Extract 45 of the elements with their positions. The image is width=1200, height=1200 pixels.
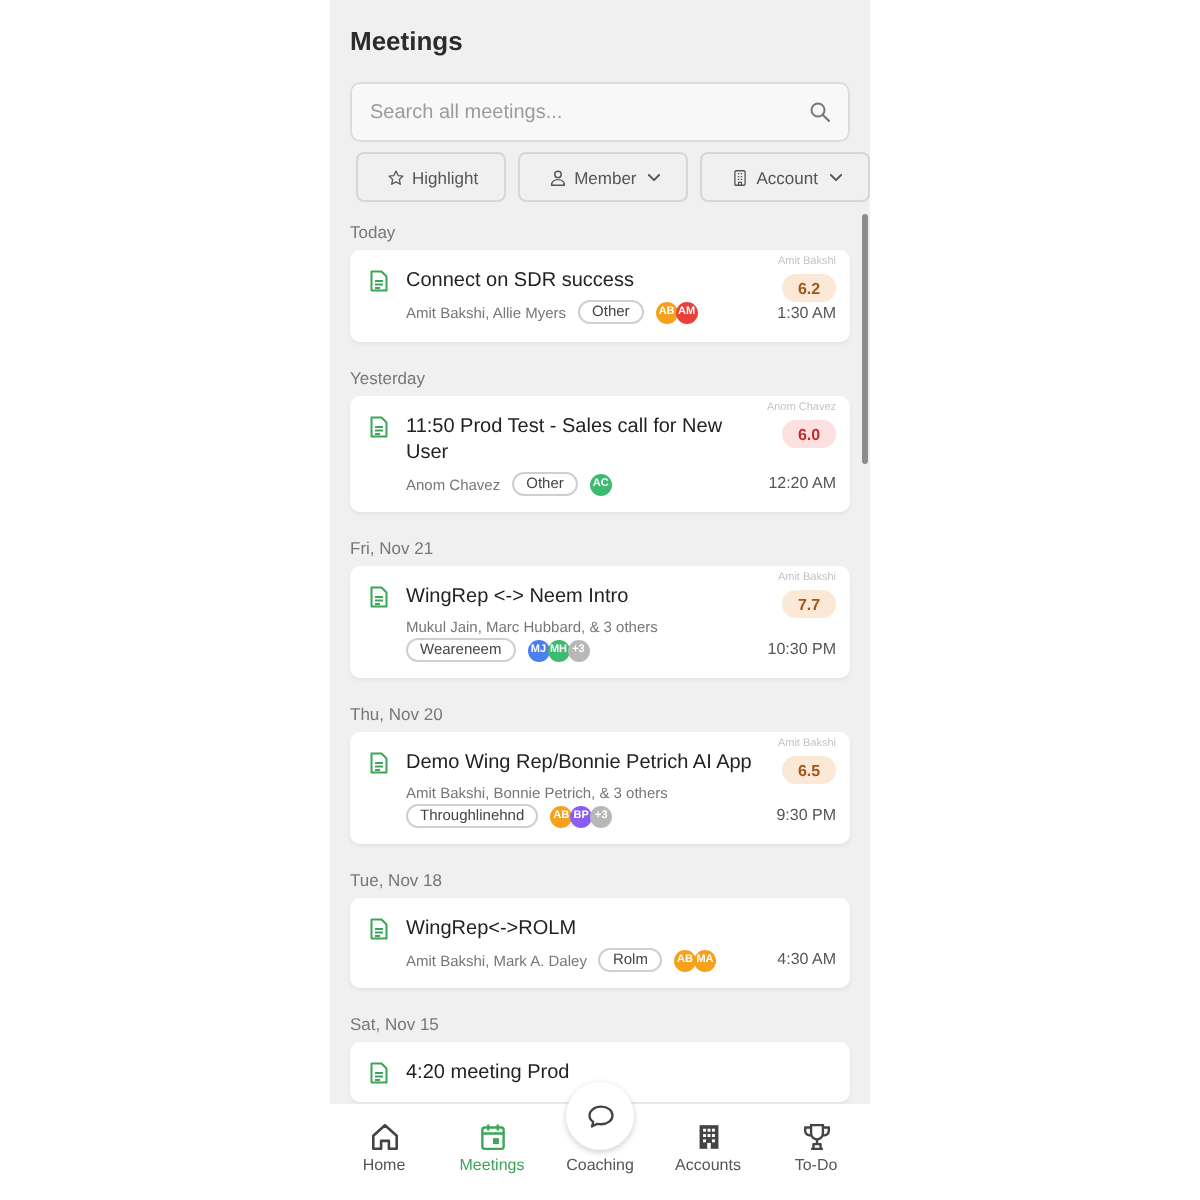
scrollbar-thumb[interactable] [862, 214, 868, 464]
date-label: Thu, Nov 20 [350, 704, 445, 724]
trophy-icon [803, 1124, 829, 1150]
nav-item[interactable]: Accounts [654, 1104, 762, 1176]
meeting-title: WingRep<->ROLM [406, 916, 579, 942]
document-icon [370, 1062, 388, 1084]
filter-chip[interactable]: Account [700, 152, 870, 202]
document-icon [370, 586, 388, 608]
meeting-time: 12:20 AM [768, 472, 836, 496]
calendar-icon [479, 1124, 505, 1150]
date-label: Yesterday [350, 368, 427, 388]
filter-chip[interactable]: Highlight [356, 152, 507, 202]
meeting-title: Connect on SDR success [406, 268, 636, 294]
score-badge: 6.2 [782, 274, 836, 302]
star-icon [388, 169, 404, 185]
search-field[interactable]: Search all meetings... [350, 82, 850, 142]
search-icon[interactable] [810, 102, 830, 122]
date-label: Sat, Nov 15 [350, 1014, 441, 1034]
page-title: Meetings [350, 26, 465, 58]
meeting-time: 9:30 PM [776, 804, 836, 828]
document-icon [370, 918, 388, 940]
meeting-title: 11:50 Prod Test - Sales call for New User [406, 414, 725, 466]
date-label: Fri, Nov 21 [350, 538, 436, 558]
meeting-title: Demo Wing Rep/Bonnie Petrich AI App [406, 750, 754, 776]
person-icon [550, 169, 567, 185]
date-label: Tue, Nov 18 [350, 870, 444, 890]
meeting-time: 10:30 PM [767, 638, 836, 662]
score-badge: 7.7 [782, 590, 836, 618]
nav-item[interactable]: To-Do [762, 1104, 870, 1176]
meeting-card[interactable]: 4:20 meeting Prod [350, 1042, 850, 1102]
score-badge: 6.5 [782, 756, 836, 784]
filter-chip[interactable]: Member [518, 152, 689, 202]
document-icon [370, 270, 388, 292]
building-icon [695, 1124, 721, 1150]
meeting-title: WingRep <-> Neem Intro [406, 584, 631, 610]
nav-item[interactable]: Home [330, 1104, 438, 1176]
document-icon [370, 752, 388, 774]
date-label: Today [350, 222, 398, 242]
home-icon [371, 1124, 397, 1150]
building-icon [732, 169, 749, 185]
score-badge: 6.0 [782, 420, 836, 448]
meeting-time: 4:30 AM [777, 948, 836, 972]
document-icon [370, 416, 388, 438]
meeting-title: 4:20 meeting Prod [406, 1060, 572, 1086]
meeting-time: 1:30 AM [777, 302, 836, 326]
